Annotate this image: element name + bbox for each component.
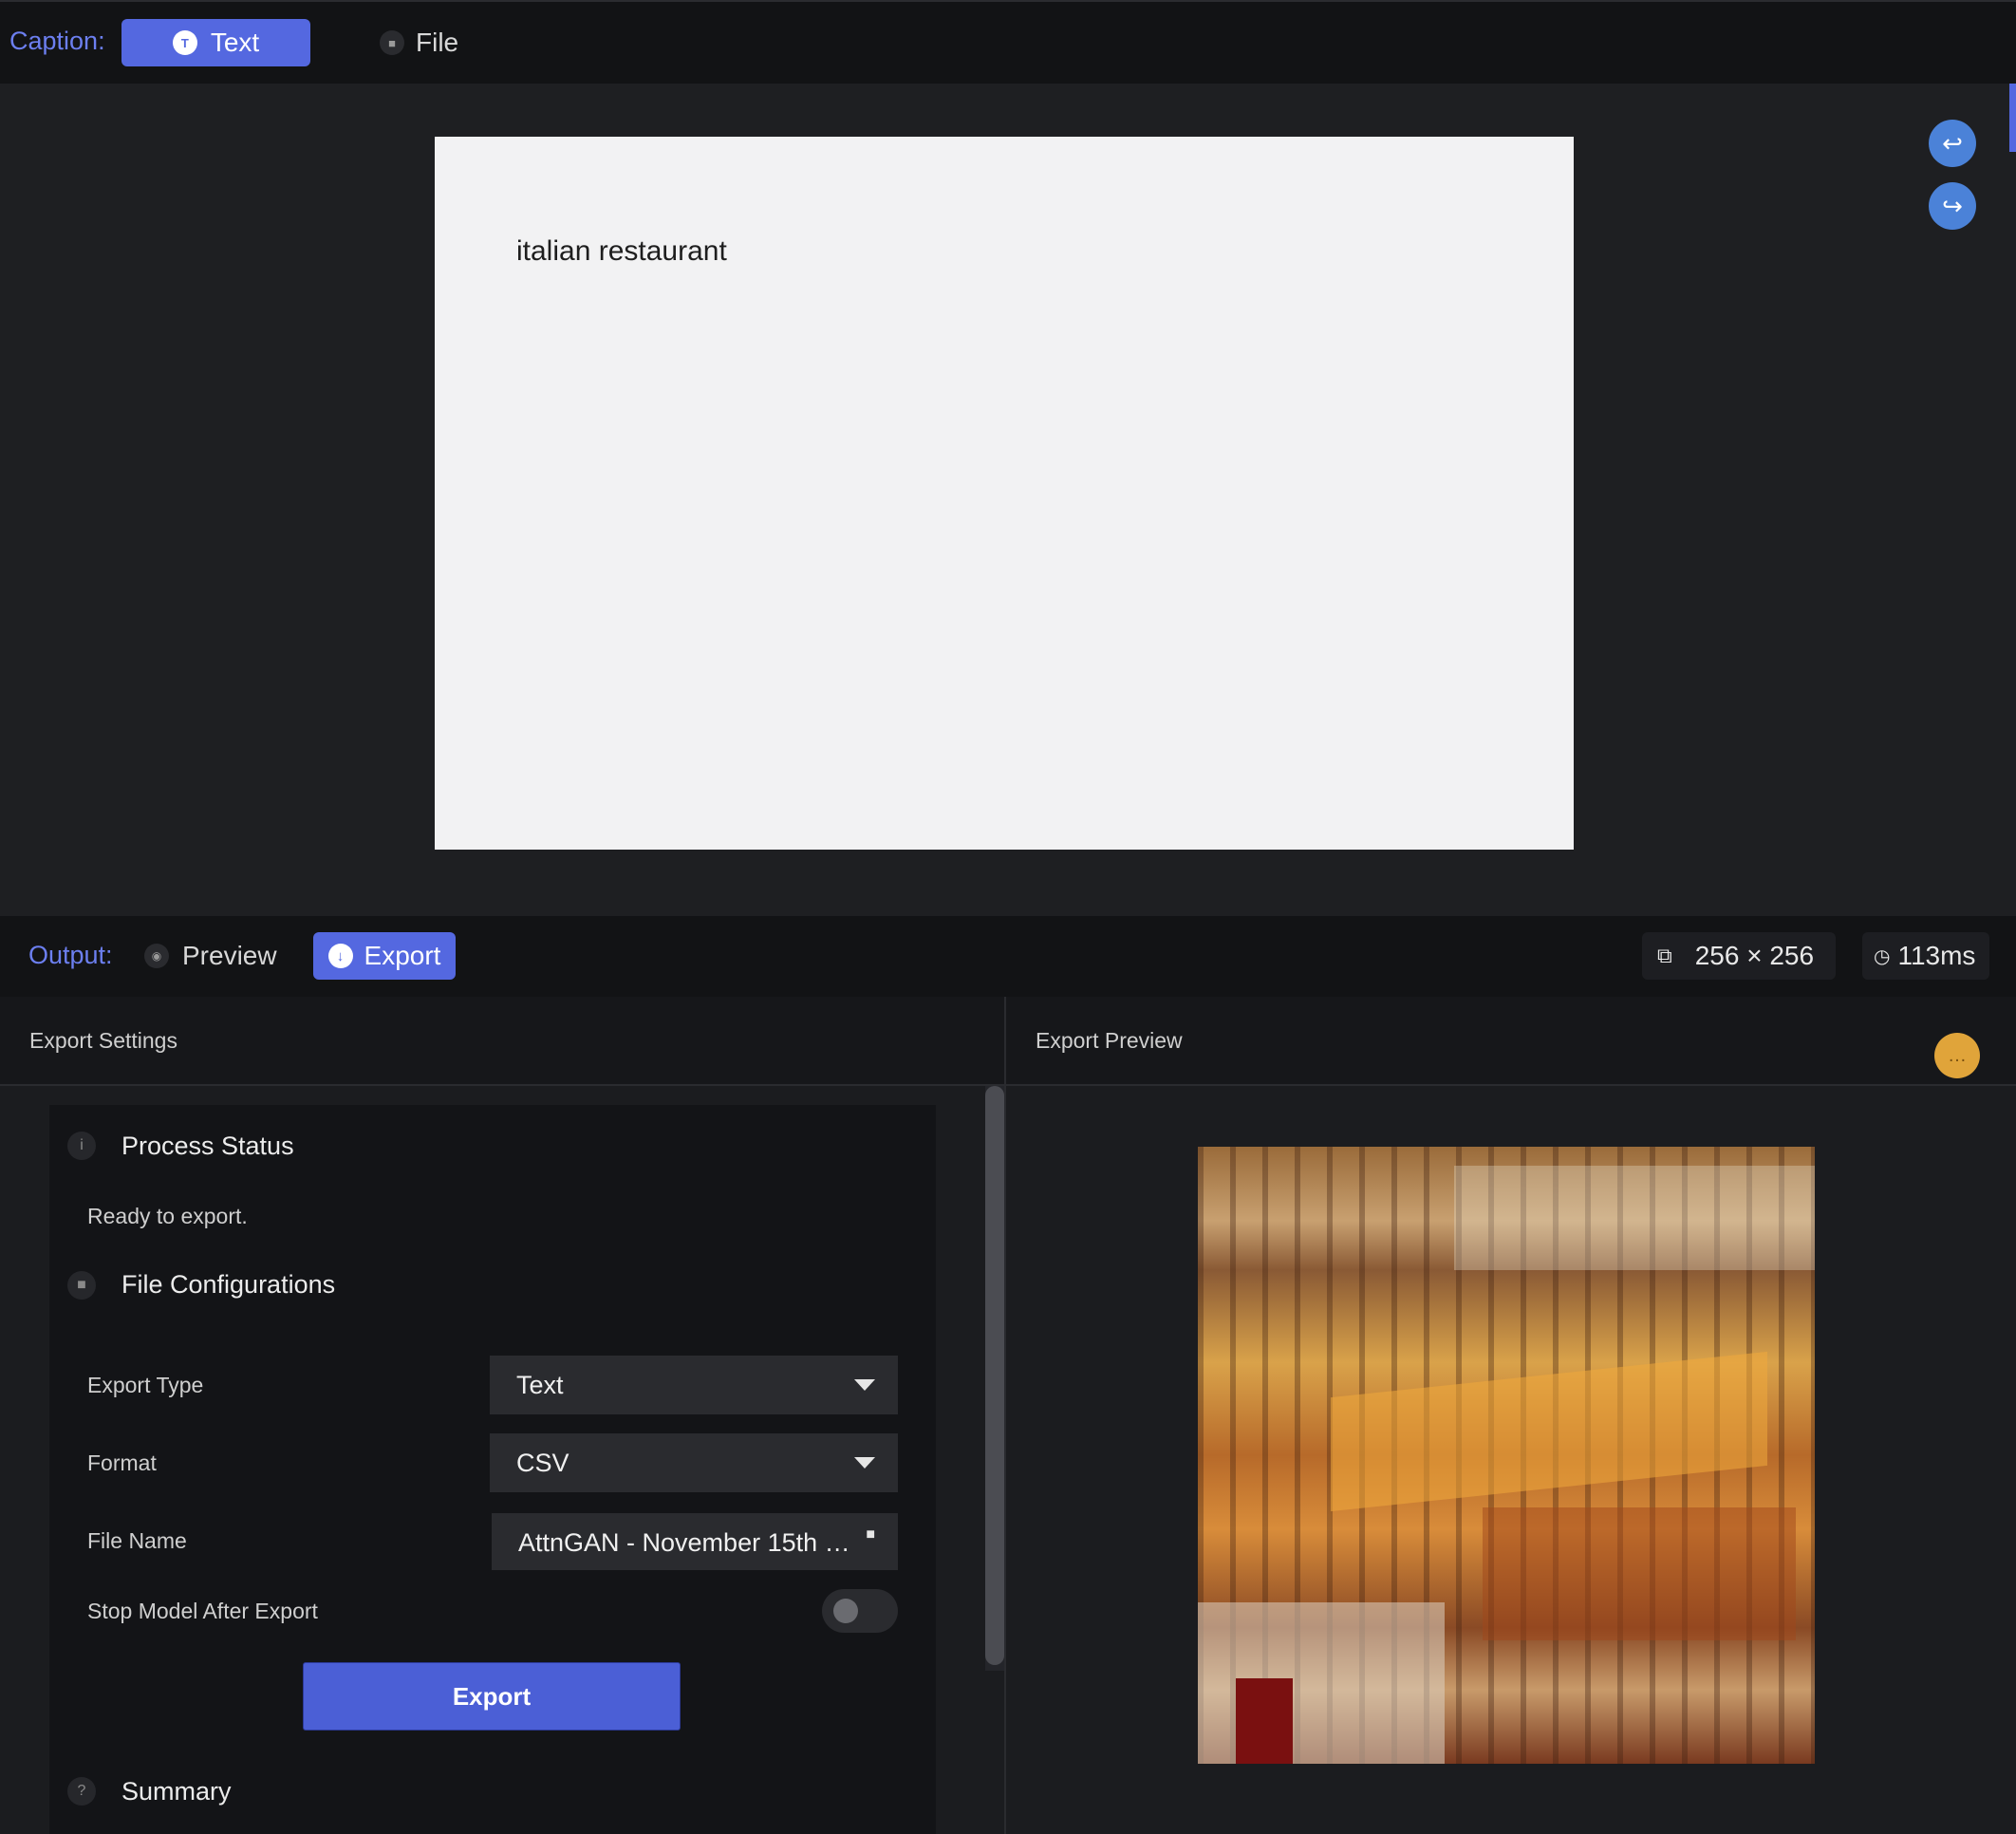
export-type-label: Export Type bbox=[87, 1373, 204, 1397]
undo-icon: ↩ bbox=[1942, 128, 1963, 158]
export-preview-image bbox=[1198, 1147, 1815, 1764]
process-status-message: Ready to export. bbox=[87, 1204, 248, 1228]
export-preview-title: Export Preview bbox=[1036, 1028, 1183, 1053]
file-name-input[interactable]: AttnGAN - November 15th … ■ bbox=[492, 1513, 898, 1570]
format-label: Format bbox=[87, 1450, 157, 1475]
export-settings-header: Export Settings bbox=[0, 997, 1004, 1086]
tab-output-export-label: Export bbox=[364, 941, 441, 970]
duration-badge: ◷ 113ms bbox=[1862, 932, 1989, 980]
stop-model-toggle[interactable] bbox=[822, 1589, 898, 1633]
caption-bar: Caption: T Text ■ File bbox=[0, 0, 2016, 84]
summary-title: Summary bbox=[121, 1777, 232, 1806]
download-icon: ↓ bbox=[327, 944, 353, 968]
redo-icon: ↪ bbox=[1942, 191, 1963, 220]
process-status-title: Process Status bbox=[121, 1132, 294, 1160]
format-select[interactable]: CSV bbox=[490, 1433, 898, 1492]
tab-output-export[interactable]: ↓ Export bbox=[313, 932, 456, 980]
info-icon: i bbox=[67, 1132, 96, 1160]
export-button-label: Export bbox=[452, 1681, 532, 1711]
help-icon: ? bbox=[67, 1777, 96, 1806]
dimensions-value: 256 × 256 bbox=[1694, 941, 1815, 970]
output-bar: Output: ◉ Preview ↓ Export ⧉ 256 × 256 ◷… bbox=[0, 916, 2016, 997]
folder-icon: ■ bbox=[380, 30, 404, 55]
text-icon: T bbox=[172, 30, 197, 55]
stop-model-label: Stop Model After Export bbox=[87, 1599, 318, 1623]
chevron-down-icon bbox=[854, 1379, 875, 1391]
editor-scrollbar[interactable] bbox=[2009, 84, 2016, 152]
export-preview-header: Export Preview bbox=[1006, 997, 2016, 1086]
chat-icon[interactable]: … bbox=[1934, 1033, 1980, 1078]
export-type-select[interactable]: Text bbox=[490, 1356, 898, 1414]
duration-value: 113ms bbox=[1897, 941, 1976, 970]
settings-scrollbar-track bbox=[985, 1086, 1004, 1671]
caption-label: Caption: bbox=[9, 27, 105, 55]
eye-icon: ◉ bbox=[144, 944, 169, 968]
toggle-knob bbox=[833, 1599, 858, 1623]
clock-icon: ◷ bbox=[1874, 945, 1891, 967]
tab-caption-file[interactable]: ■ File bbox=[380, 19, 458, 66]
resize-icon: ⧉ bbox=[1657, 944, 1672, 967]
output-label: Output: bbox=[28, 941, 113, 969]
settings-scrollbar-thumb[interactable] bbox=[985, 1086, 1004, 1665]
dimensions-badge: ⧉ 256 × 256 bbox=[1642, 932, 1836, 980]
folder-browse-icon[interactable]: ■ bbox=[866, 1526, 875, 1544]
export-button[interactable]: Export bbox=[303, 1662, 681, 1731]
caption-text-value: italian restaurant bbox=[516, 235, 727, 267]
tab-output-preview-label: Preview bbox=[182, 941, 277, 970]
tab-caption-file-label: File bbox=[416, 28, 459, 57]
file-name-value: AttnGAN - November 15th … bbox=[518, 1528, 850, 1557]
undo-button[interactable]: ↩ bbox=[1929, 120, 1976, 167]
chevron-down-icon bbox=[854, 1457, 875, 1469]
export-settings-title: Export Settings bbox=[29, 1028, 177, 1053]
format-value: CSV bbox=[516, 1448, 569, 1477]
tab-caption-text-label: Text bbox=[210, 28, 260, 57]
export-type-value: Text bbox=[516, 1370, 564, 1399]
file-name-label: File Name bbox=[87, 1528, 187, 1553]
tab-caption-text[interactable]: T Text bbox=[121, 19, 310, 66]
redo-button[interactable]: ↪ bbox=[1929, 182, 1976, 230]
file-configurations-title: File Configurations bbox=[121, 1270, 336, 1299]
folder-icon: ■ bbox=[67, 1271, 96, 1300]
tab-output-preview[interactable]: ◉ Preview bbox=[144, 932, 277, 980]
